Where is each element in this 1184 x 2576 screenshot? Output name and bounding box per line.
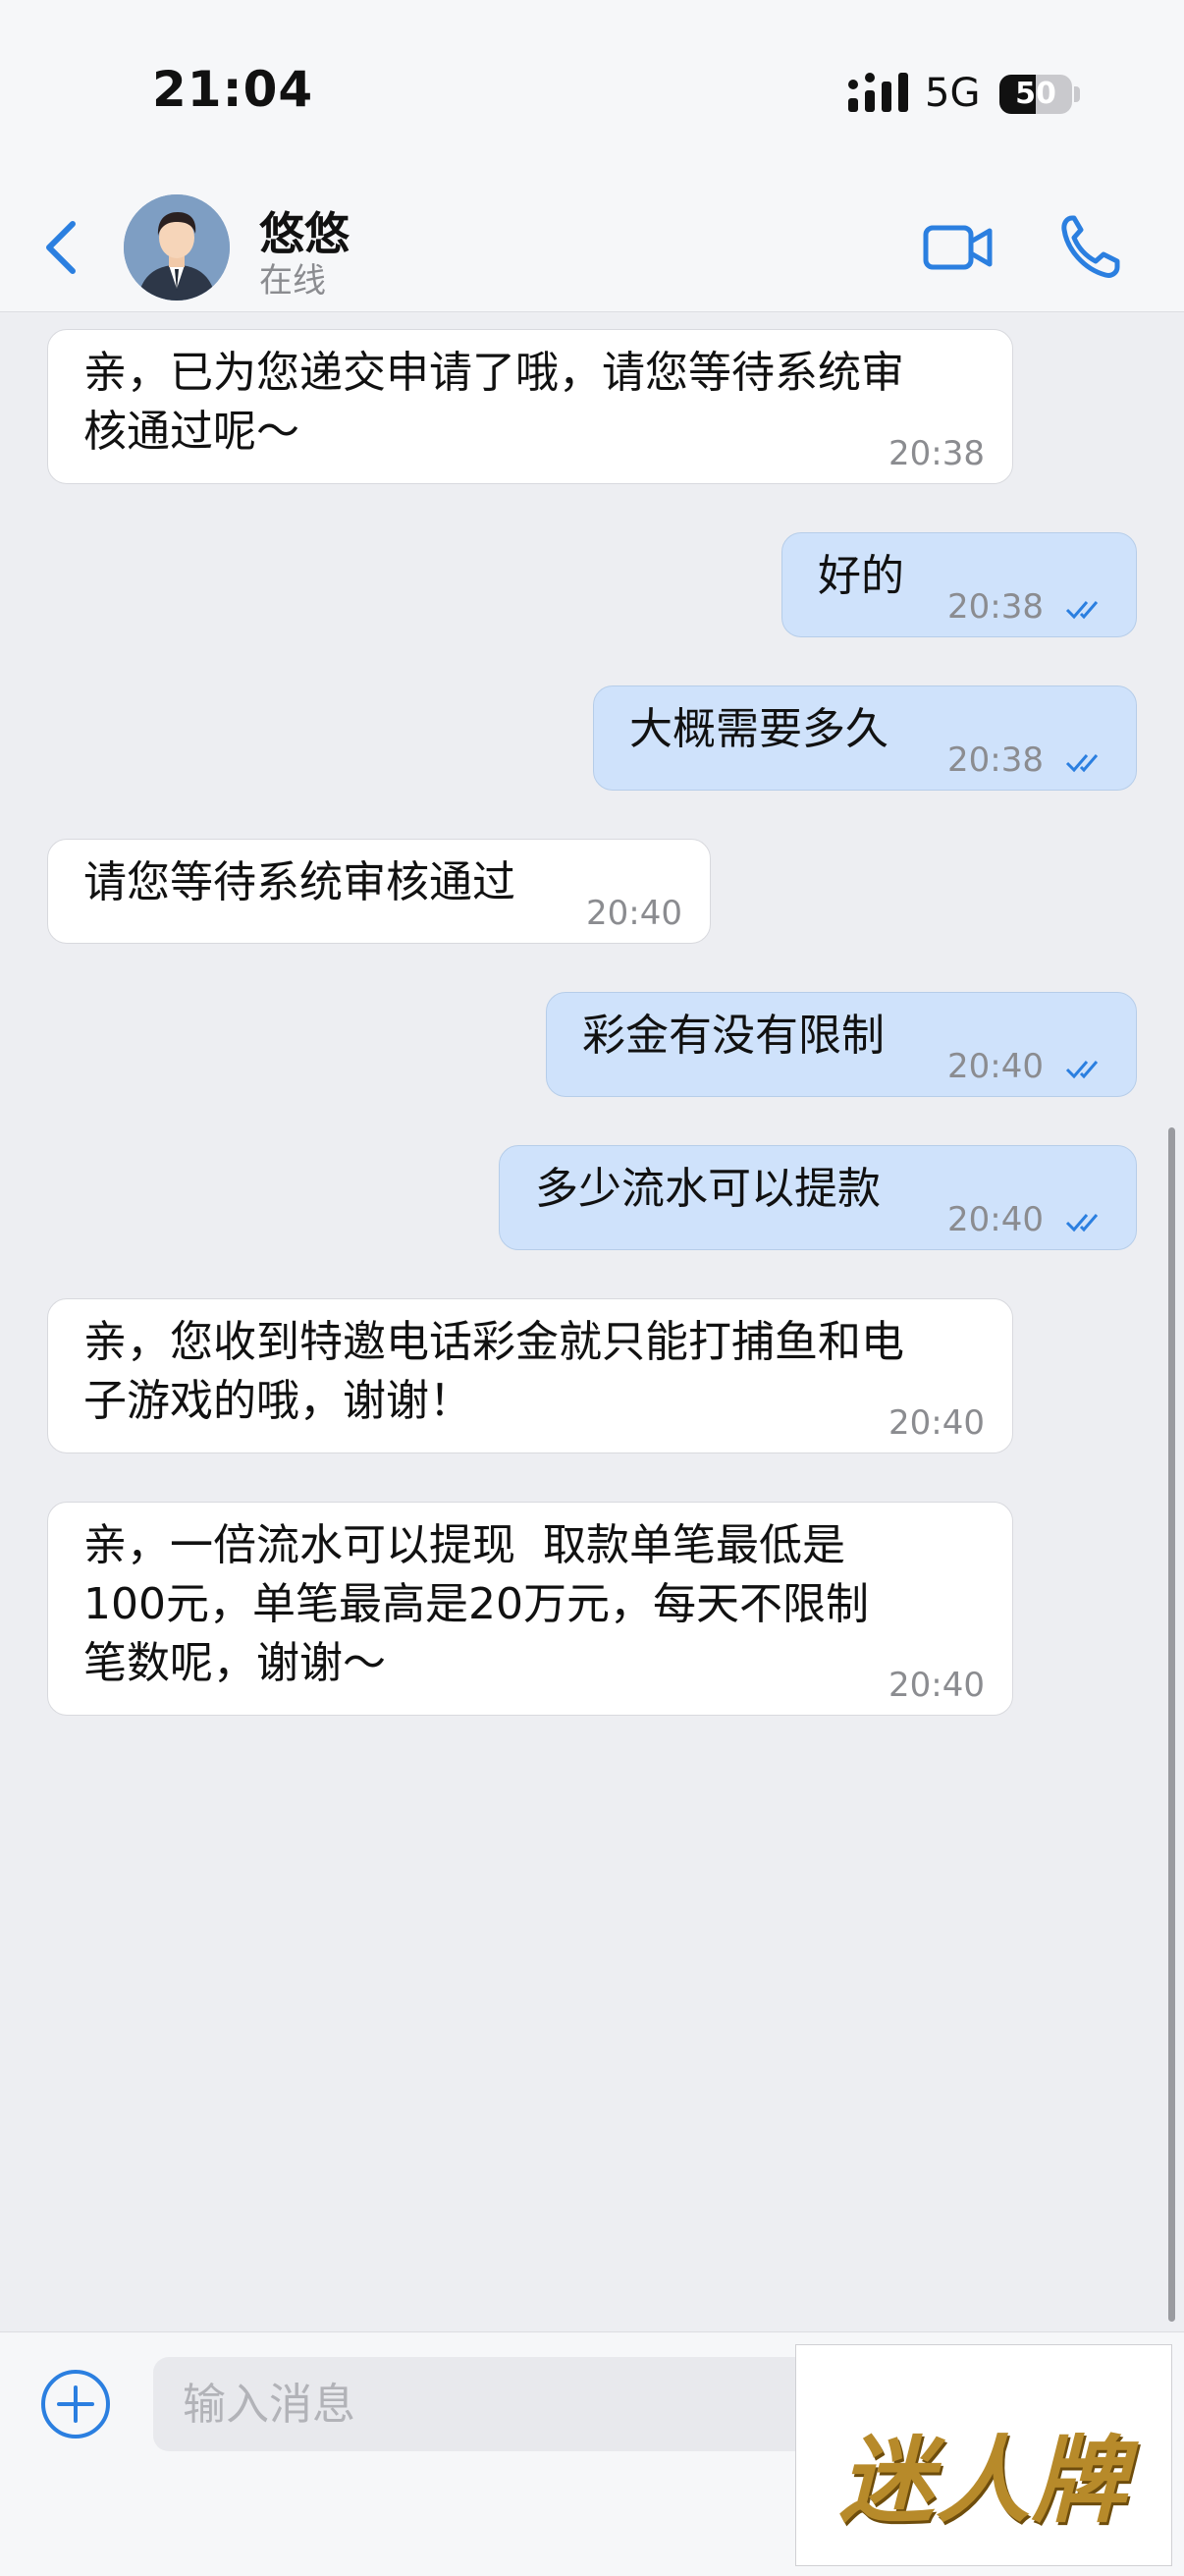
battery-percent: 50 — [1015, 77, 1056, 111]
outgoing-message[interactable]: 大概需要多久 20:38 — [593, 685, 1137, 791]
outgoing-message[interactable]: 多少流水可以提款 20:40 — [499, 1145, 1137, 1250]
message-time: 20:40 — [947, 1200, 1044, 1239]
incoming-message[interactable]: 亲，已为您递交申请了哦，请您等待系统审 核通过呢～ 20:38 — [47, 329, 1013, 484]
message-text: 大概需要多久 — [629, 704, 888, 754]
message-time: 20:38 — [947, 587, 1044, 627]
message-time: 20:38 — [888, 434, 985, 473]
input-area: 迷人牌 — [0, 2331, 1184, 2576]
message-text: 亲，一倍流水可以提现 取款单笔最低是 100元，单笔最高是20万元，每天不限制 … — [83, 1520, 869, 1688]
video-camera-icon[interactable] — [923, 218, 994, 277]
message-text: 亲，已为您递交申请了哦，请您等待系统审 核通过呢～ — [83, 348, 904, 457]
message-text: 亲，您收到特邀电话彩金就只能打捕鱼和电 子游戏的哦，谢谢！ — [83, 1317, 904, 1426]
message-time: 20:40 — [947, 1047, 1044, 1086]
message-text: 请您等待系统审核通过 — [83, 857, 515, 907]
watermark-logo: 迷人牌 — [795, 2344, 1172, 2566]
chat-header: 悠悠 在线 — [0, 187, 1184, 312]
message-text: 彩金有没有限制 — [582, 1011, 885, 1061]
person-icon — [124, 194, 230, 301]
contact-status: 在线 — [259, 261, 326, 301]
phone-icon[interactable] — [1058, 212, 1121, 281]
double-check-icon — [1065, 754, 1099, 773]
incoming-message[interactable]: 亲，一倍流水可以提现 取款单笔最低是 100元，单笔最高是20万元，每天不限制 … — [47, 1502, 1013, 1716]
scrollbar[interactable] — [1168, 1127, 1175, 2322]
message-text: 好的 — [818, 551, 904, 601]
chevron-left-icon[interactable] — [37, 216, 86, 279]
incoming-message[interactable]: 亲，您收到特邀电话彩金就只能打捕鱼和电 子游戏的哦，谢谢！ 20:40 — [47, 1298, 1013, 1453]
signal-icon — [848, 73, 908, 112]
message-time: 20:40 — [888, 1403, 985, 1443]
message-time: 20:38 — [947, 740, 1044, 780]
message-time: 20:40 — [586, 894, 682, 933]
battery-icon: 50 — [999, 75, 1072, 114]
avatar[interactable] — [124, 194, 230, 301]
status-time: 21:04 — [152, 61, 314, 118]
outgoing-message[interactable]: 好的 20:38 — [781, 532, 1137, 637]
watermark-text: 迷人牌 — [839, 2426, 1128, 2536]
double-check-icon — [1065, 1061, 1099, 1079]
plus-circle-icon[interactable] — [39, 2368, 112, 2440]
status-bar: 21:04 5G 50 — [0, 0, 1184, 187]
network-type: 5G — [925, 71, 981, 116]
message-time: 20:40 — [888, 1666, 985, 1705]
outgoing-message[interactable]: 彩金有没有限制 20:40 — [546, 992, 1137, 1097]
incoming-message[interactable]: 请您等待系统审核通过 20:40 — [47, 839, 711, 944]
message-text: 多少流水可以提款 — [535, 1164, 881, 1214]
double-check-icon — [1065, 1214, 1099, 1233]
battery-nub — [1074, 86, 1080, 102]
double-check-icon — [1065, 601, 1099, 620]
